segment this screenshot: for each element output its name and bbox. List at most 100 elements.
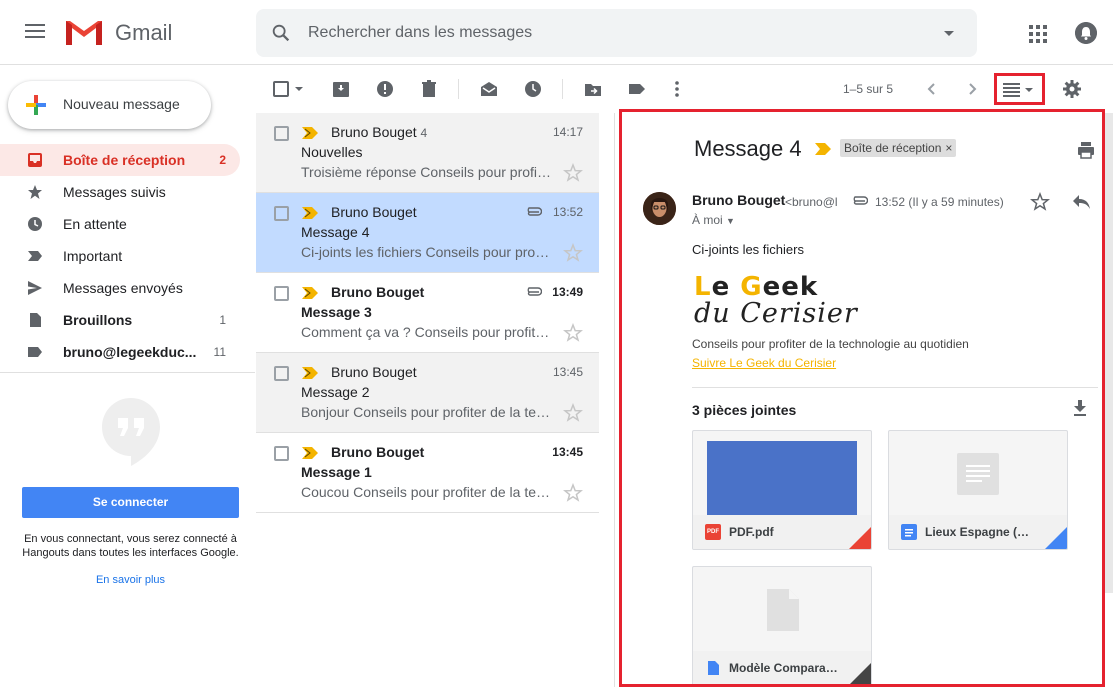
mail-row[interactable]: Bruno Bouget 13:45 Message 2 Bonjour Con…: [256, 353, 599, 433]
split-pane-toggle-button[interactable]: [994, 73, 1045, 105]
archive-icon[interactable]: [331, 79, 351, 99]
prev-page-icon[interactable]: [922, 79, 942, 99]
row-checkbox[interactable]: [274, 446, 289, 461]
snooze-icon[interactable]: [523, 79, 543, 99]
row-checkbox[interactable]: [274, 366, 289, 381]
inbox-label-chip[interactable]: Boîte de réception ×: [840, 139, 957, 157]
important-marker-icon[interactable]: [302, 447, 318, 459]
mail-row[interactable]: Bruno Bouget 13:52 Message 4 Ci-joints l…: [256, 193, 599, 273]
attachment-icon: [527, 207, 542, 216]
sidebar-item-label-bruno[interactable]: bruno@legeekduc... 11: [0, 336, 240, 368]
gmail-logo[interactable]: [64, 17, 104, 47]
hangouts-connect-button[interactable]: Se connecter: [22, 487, 239, 518]
chevron-down-icon: ▼: [726, 216, 735, 226]
sidebar-item-important[interactable]: Important: [0, 240, 240, 272]
search-bar[interactable]: Rechercher dans les messages: [256, 9, 977, 57]
attachment-name: Lieux Espagne (Nouvelle...: [925, 525, 1035, 539]
attachment-thumbnail: [693, 431, 871, 515]
top-bar: Gmail Rechercher dans les messages: [0, 0, 1113, 65]
attachment-footer: Modèle Comparatif...: [693, 651, 871, 684]
sidebar-item-starred[interactable]: Messages suivis: [0, 176, 240, 208]
sidebar-item-snoozed[interactable]: En attente: [0, 208, 240, 240]
app-brand: Gmail: [115, 20, 173, 45]
google-file-icon: [708, 661, 719, 675]
star-icon[interactable]: [563, 163, 583, 183]
row-sender: Bruno Bouget 4: [331, 124, 427, 140]
row-subject: Message 4: [301, 224, 370, 240]
star-icon[interactable]: [563, 243, 583, 263]
main-menu-icon[interactable]: [22, 20, 48, 44]
download-all-icon[interactable]: [1072, 399, 1088, 417]
star-icon[interactable]: [563, 403, 583, 423]
star-icon[interactable]: [563, 323, 583, 343]
signature-link[interactable]: Suivre Le Geek du Cerisier: [692, 356, 836, 370]
row-checkbox[interactable]: [274, 286, 289, 301]
settings-icon[interactable]: [1062, 79, 1082, 99]
spam-icon[interactable]: [375, 79, 395, 99]
notifications-icon[interactable]: [1075, 22, 1097, 44]
label-icon[interactable]: [627, 79, 647, 99]
important-marker-icon[interactable]: [302, 287, 318, 299]
signature-tagline: Conseils pour profiter de la technologie…: [692, 337, 969, 351]
more-icon[interactable]: [667, 79, 687, 99]
attachment-thumbnail: [889, 431, 1067, 515]
star-icon[interactable]: [563, 483, 583, 503]
message-body: Ci-joints les fichiers: [692, 242, 804, 257]
important-marker-icon[interactable]: [302, 127, 318, 139]
delete-icon[interactable]: [419, 79, 439, 99]
inbox-icon: [28, 153, 42, 167]
star-icon[interactable]: [1030, 192, 1050, 212]
thread-count: 4: [420, 126, 428, 140]
sidebar-item-sent[interactable]: Messages envoyés: [0, 272, 240, 304]
mail-toolbar: 1–5 sur 5: [256, 65, 1113, 113]
move-to-icon[interactable]: [583, 79, 603, 99]
attachment-card-doc[interactable]: Lieux Espagne (Nouvelle...: [888, 430, 1068, 550]
scrollbar[interactable]: [1104, 113, 1113, 593]
mail-list: Bruno Bouget 4 14:17 Nouvelles Troisième…: [256, 113, 599, 513]
important-marker-icon[interactable]: [302, 207, 318, 219]
row-checkbox[interactable]: [274, 206, 289, 221]
select-dropdown-icon[interactable]: [294, 84, 304, 94]
select-all-checkbox[interactable]: [273, 81, 289, 97]
document-preview-icon: [957, 453, 999, 495]
important-marker-icon[interactable]: [302, 367, 318, 379]
unread-count: 2: [219, 153, 226, 167]
compose-button[interactable]: Nouveau message: [8, 81, 211, 129]
remove-label-icon[interactable]: ×: [945, 141, 952, 155]
important-marker-icon[interactable]: [815, 143, 831, 155]
mark-read-icon[interactable]: [479, 79, 499, 99]
print-icon[interactable]: [1076, 140, 1096, 160]
send-icon: [28, 281, 42, 295]
apps-grid-icon[interactable]: [1029, 25, 1047, 43]
mail-row[interactable]: Bruno Bouget 4 14:17 Nouvelles Troisième…: [256, 113, 599, 193]
next-page-icon[interactable]: [962, 79, 982, 99]
row-subject: Nouvelles: [301, 144, 363, 160]
attachment-card-template[interactable]: Modèle Comparatif...: [692, 566, 872, 684]
search-icon[interactable]: [270, 22, 292, 44]
attachment-thumbnail: [693, 567, 871, 651]
learn-more-link[interactable]: En savoir plus: [22, 574, 239, 586]
draft-icon: [30, 313, 41, 327]
label-icon: [28, 347, 42, 357]
sidebar-item-drafts[interactable]: Brouillons 1: [0, 304, 240, 336]
row-snippet: Ci-joints les fichiers Conseils pour pro…: [301, 244, 553, 260]
search-options-icon[interactable]: [944, 31, 954, 36]
attachment-footer: PDF PDF.pdf: [693, 515, 871, 549]
row-subject: Message 3: [301, 304, 372, 320]
pane-divider: [614, 113, 615, 687]
recipients-dropdown[interactable]: À moi ▼: [692, 213, 735, 227]
sidebar-item-inbox[interactable]: Boîte de réception 2: [0, 144, 240, 176]
sender-name[interactable]: Bruno Bouget: [692, 192, 785, 208]
row-sender: Bruno Bouget: [331, 444, 425, 460]
sender-email: <bruno@l: [785, 195, 837, 209]
attachment-card-pdf[interactable]: PDF PDF.pdf: [692, 430, 872, 550]
row-checkbox[interactable]: [274, 126, 289, 141]
mail-row[interactable]: Bruno Bouget 13:49 Message 3 Comment ça …: [256, 273, 599, 353]
sidebar-item-label: Boîte de réception: [63, 152, 186, 168]
reply-icon[interactable]: [1071, 193, 1091, 211]
star-icon: [28, 185, 42, 199]
search-input[interactable]: Rechercher dans les messages: [308, 24, 532, 42]
mail-row[interactable]: Bruno Bouget 13:45 Message 1 Coucou Cons…: [256, 433, 599, 513]
avatar[interactable]: [643, 192, 676, 225]
attachment-icon: [853, 196, 868, 205]
